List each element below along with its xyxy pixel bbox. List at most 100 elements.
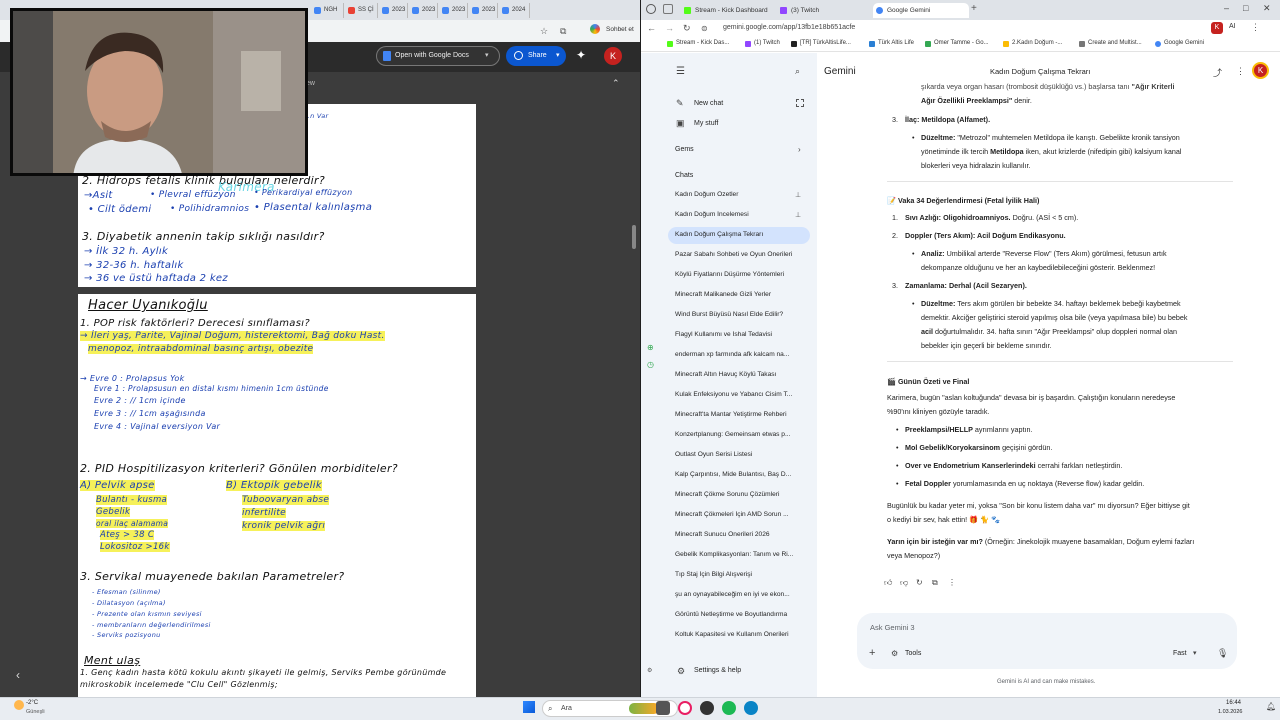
chat-list-item[interactable]: Koltuk Kapasitesi ve Kullanım Önerileri [675,631,805,638]
chat-list-item[interactable]: Wind Burst Büyüsü Nasıl Elde Edilir? [675,311,805,318]
maximize-icon[interactable]: □ [1243,3,1248,13]
site-info-icon[interactable]: ⊜ [701,24,708,33]
new-chat-icon[interactable]: ✎ [676,98,684,109]
share-button[interactable]: Share ▾ [506,46,566,66]
browser-tab[interactable]: 2023 [408,3,438,18]
microphone-icon[interactable]: 🎙︎ [1217,648,1228,659]
gems-section[interactable]: Gems [675,146,694,153]
bookmark[interactable]: Stream - Kick Das... [667,40,729,47]
chat-list-item[interactable]: Minecraft Çökme Sorunu Çözümleri [675,491,805,498]
browser-tab[interactable]: SS Çİ [344,3,378,18]
chevron-right-icon[interactable]: › [798,145,801,154]
thumbs-down-icon[interactable]: 👎︎ [900,578,908,588]
weather-desc[interactable]: Güneşli [26,709,45,715]
browser-tab[interactable]: 2023 [438,3,468,18]
browser-tab[interactable]: 2023 [378,3,408,18]
add-icon[interactable]: ⊕ [647,343,654,352]
chat-list-item[interactable]: Flagyl Kullanımı ve İshal Tedavisi [675,331,805,338]
chat-list-item[interactable]: Kulak Enfeksiyonu ve Yabancı Cisim T... [675,391,805,398]
bookmark[interactable]: Create and Multist... [1079,40,1142,47]
history-icon[interactable]: ◷ [647,360,654,369]
settings-gear-icon[interactable]: ⚙ [677,666,685,677]
url-text[interactable]: gemini.google.com/app/13fb1e18b651acfe [723,24,855,31]
prompt-input[interactable]: Ask Gemini 3 [870,623,915,632]
avatar[interactable]: K [1252,62,1269,79]
close-icon[interactable]: ✕ [1263,3,1271,14]
settings-help-button[interactable]: Settings & help [694,667,741,674]
new-chat-button[interactable]: New chat [694,100,723,107]
weather-icon[interactable] [14,700,24,710]
profile-badge[interactable]: K [1211,22,1223,34]
scrollbar[interactable] [632,225,636,249]
back-icon[interactable]: ← [647,23,656,33]
gemini-sparkle-icon[interactable]: ✦ [576,48,586,62]
chevron-left-icon[interactable]: ‹ [16,668,20,682]
chat-list-item[interactable]: Köylü Fiyatlarını Düşürme Yöntemleri [675,271,805,278]
chat-list-item[interactable]: Minecraft Sunucu Önerileri 2026 [675,531,805,538]
tools-icon[interactable]: ⚙ [891,649,898,658]
more-vert-icon[interactable]: ⋮ [1236,66,1245,77]
copy-icon[interactable]: ⧉ [932,578,938,588]
chat-list-item[interactable]: Minecraft Altın Havuç Köylü Takası [675,371,805,378]
share-icon[interactable]: ⤴ [1213,66,1222,79]
collapse-icon[interactable]: ⌃ [612,78,620,89]
pin-icon[interactable]: ⊥ [795,211,801,219]
tab-actions-icon[interactable] [663,4,673,14]
copilot-icon[interactable] [590,24,600,34]
bookmark[interactable]: Omer Tamme - Go... [925,40,989,47]
chat-list-item[interactable]: Görüntü Netleştirme ve Boyutlandırma [675,611,805,618]
more-vert-icon[interactable]: ⋮ [948,578,956,587]
forward-icon[interactable]: → [665,23,674,33]
thumbs-up-icon[interactable]: 👍︎ [884,578,892,588]
chat-label[interactable]: Sohbet et [606,26,634,33]
spotify-icon[interactable] [722,701,736,715]
chat-list-item[interactable]: Kadın Doğum Özetler [675,191,805,198]
menu-icon[interactable]: ☰ [676,66,685,77]
task-view-icon[interactable] [656,701,670,715]
star-icon[interactable]: ☆ [540,26,548,37]
windows-start-icon[interactable] [523,701,535,713]
browser-tab-active[interactable]: Google Gemini [873,3,969,18]
my-stuff-icon[interactable]: ▣ [676,118,685,129]
clock-date[interactable]: 1.03.2026 [1218,709,1242,715]
extensions-icon[interactable]: ⧉ [560,26,566,37]
more-icon[interactable]: ⋮ [1251,22,1260,33]
browser-tab[interactable]: (3) Twitch [777,3,869,18]
app-icon[interactable] [700,701,714,715]
bookmark[interactable]: Türk Altis Life [869,40,914,47]
chat-list-item[interactable]: Gebelik Komplikasyonları: Tanım ve Ri... [675,551,805,558]
chat-list-item[interactable]: enderman xp farmında afk kalcam na... [675,351,805,358]
chat-list-item[interactable]: Minecraft'ta Mantar Yetiştirme Rehberi [675,411,805,418]
opera-icon[interactable] [678,701,692,715]
chat-list-item[interactable]: Kadın Doğum İncelemesi [675,211,805,218]
chat-list-item[interactable]: Pazar Sabahı Sohbeti ve Oyun Önerileri [675,251,805,258]
bookmark[interactable]: [TR] TürkAltisLife... [791,40,851,47]
edge-icon[interactable] [744,701,758,715]
weather-temp[interactable]: -2°C [26,700,38,706]
my-stuff-button[interactable]: My stuff [694,120,718,127]
mode-selector[interactable]: Fast [1173,650,1187,657]
new-tab-icon[interactable]: + [971,3,977,14]
chat-list-item[interactable]: Konzertplanung: Gemeinsam etwas p... [675,431,805,438]
browser-tab[interactable]: Stream - Kick Dashboard [681,3,773,18]
browser-tab[interactable]: 2023 [468,3,498,18]
chat-list-item[interactable]: Minecraft Çökmeleri İçin AMD Sorun ... [675,511,805,518]
chat-list-item[interactable]: Kalp Çarpıntısı, Mide Bulantısı, Baş D..… [675,471,805,478]
avatar[interactable]: K [604,47,622,65]
chat-list-item[interactable]: Tıp Staj İçin Bilgi Alışverişi [675,571,805,578]
browser-tab[interactable]: NGH [310,3,344,18]
bookmark[interactable]: (1) Twitch [745,40,780,47]
open-with-docs-button[interactable]: Open with Google Docs ▾ [376,46,500,66]
clock-time[interactable]: 16:44 [1226,700,1241,706]
add-icon[interactable]: + [869,647,875,659]
bookmark[interactable]: Google Gemini [1155,40,1204,47]
notification-icon[interactable]: 🔔︎ [1266,702,1276,711]
pin-icon[interactable]: ⊥ [795,191,801,199]
browser-tab[interactable]: 2024 [498,3,530,18]
chat-list-item[interactable]: Outlast Oyun Serisi Listesi [675,451,805,458]
chat-list-item[interactable]: Kadın Doğum Çalışma Tekrarı [675,231,805,238]
search-icon[interactable]: ⌕ [795,66,800,77]
reload-icon[interactable]: ↻ [683,23,691,34]
bookmark[interactable]: 2.Kadın Doğum -... [1003,40,1062,47]
temporary-chat-icon[interactable] [796,99,804,107]
